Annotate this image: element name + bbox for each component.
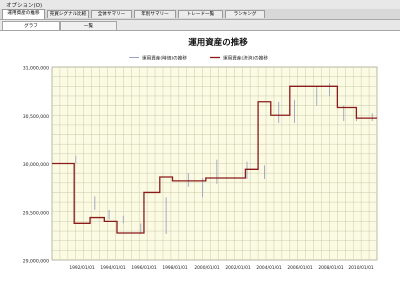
tab-asset-history[interactable]: 運用資産の推移 xyxy=(2,9,45,19)
menu-bar: オプション(O) xyxy=(0,0,400,9)
tab-signal-comparison[interactable]: 売買シグナル比較 xyxy=(47,10,89,18)
y-tick-label: 29,000,000 xyxy=(23,259,49,265)
tab-trade-list[interactable]: トレード一覧 xyxy=(178,10,223,18)
x-tick-label: 1992/01/01 xyxy=(69,265,95,271)
x-tick-label: 1994/01/01 xyxy=(100,265,126,271)
legend: 運用資産(時価)の推移 運用資産(決済)の推移 xyxy=(129,55,268,62)
y-tick-label: 30,500,000 xyxy=(23,114,49,120)
y-tick-label: 30,000,000 xyxy=(23,162,49,168)
x-tick-label: 1998/01/01 xyxy=(162,265,188,271)
subtab-list[interactable]: 一覧 xyxy=(60,21,117,30)
tab-overall-summary[interactable]: 全体サマリー xyxy=(91,10,132,18)
chart-panel: 運用資産の推移 運用資産(時価)の推移 運用資産(決済)の推移 31,000,0… xyxy=(0,30,400,278)
y-tick-label: 31,000,000 xyxy=(23,66,49,72)
x-tick-label: 1996/01/01 xyxy=(131,265,157,271)
x-tick-label: 2008/01/01 xyxy=(318,265,344,271)
x-tick-label: 2002/01/01 xyxy=(225,265,251,271)
tab-ranking[interactable]: ランキング xyxy=(225,10,265,18)
x-tick-label: 2004/01/01 xyxy=(256,265,282,271)
grid xyxy=(51,66,378,261)
chart-title: 運用資産の推移 xyxy=(188,37,248,48)
sub-tab-bar: グラフ 一覧 xyxy=(0,20,400,30)
x-axis: 1992/01/01 1994/01/01 1996/01/01 1998/01… xyxy=(69,265,374,271)
menu-options[interactable]: オプション(O) xyxy=(6,1,42,9)
legend-label-close: 運用資産(決済)の推移 xyxy=(223,55,268,62)
y-axis: 31,000,000 30,500,000 30,000,000 29,500,… xyxy=(23,66,49,265)
x-tick-label: 2010/01/01 xyxy=(348,265,374,271)
tab-yearly-summary[interactable]: 年別サマリー xyxy=(134,10,176,18)
y-tick-label: 29,500,000 xyxy=(23,210,49,216)
subtab-graph[interactable]: グラフ xyxy=(2,21,60,30)
main-tab-bar: 運用資産の推移 売買シグナル比較 全体サマリー 年別サマリー トレード一覧 ラン… xyxy=(0,9,400,20)
legend-label-realized: 運用資産(時価)の推移 xyxy=(142,55,187,62)
x-tick-label: 2000/01/01 xyxy=(194,265,220,271)
asset-chart: 運用資産の推移 運用資産(時価)の推移 運用資産(決済)の推移 31,000,0… xyxy=(23,37,378,271)
x-tick-label: 2006/01/01 xyxy=(287,265,313,271)
